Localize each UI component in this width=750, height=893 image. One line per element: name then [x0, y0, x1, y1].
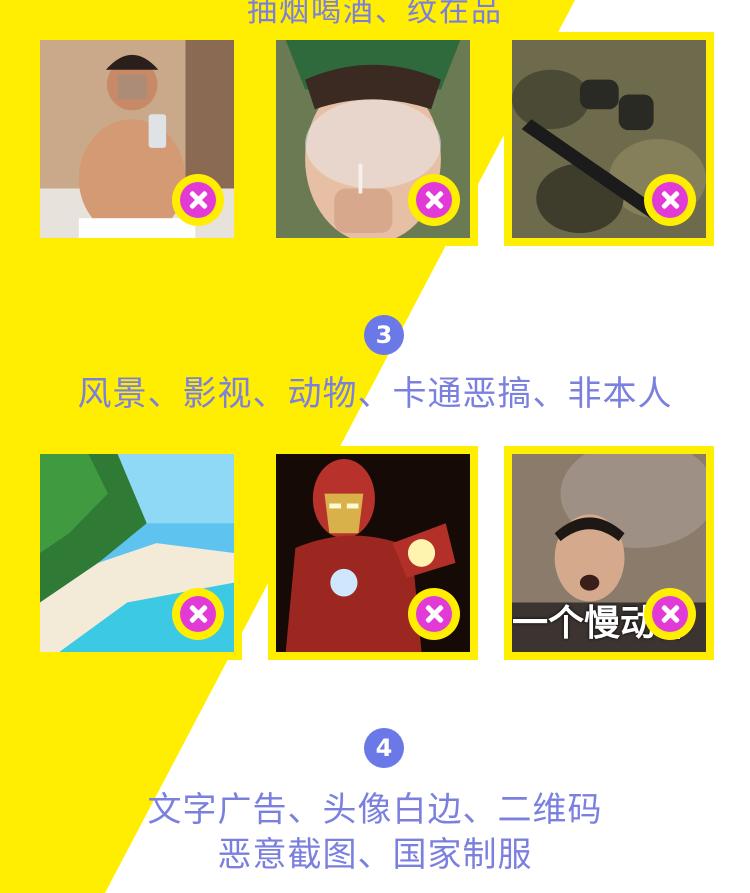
example-photo-meme: 一个慢动作 — [504, 446, 714, 660]
example-photo-weapon — [504, 32, 714, 246]
example-photo-shirtless-selfie — [32, 32, 242, 246]
reject-icon — [644, 588, 696, 640]
cropped-section-label: 抽烟喝酒、纹在品 — [247, 0, 503, 29]
reject-icon — [644, 174, 696, 226]
reject-icon — [172, 174, 224, 226]
reject-icon — [408, 174, 460, 226]
section-number-badge: 3 — [364, 315, 404, 355]
section-label-line-1: 文字广告、头像白边、二维码 — [147, 790, 603, 830]
reject-icon — [408, 588, 460, 640]
example-photo-smoking — [268, 32, 478, 246]
section-label: 风景、影视、动物、卡通恶搞、非本人 — [77, 374, 673, 414]
reject-icon — [172, 588, 224, 640]
example-photo-movie-character — [268, 446, 478, 660]
section-label-line-2: 恶意截图、国家制服 — [217, 835, 533, 875]
example-photo-landscape — [32, 446, 242, 660]
section-number-badge: 4 — [364, 728, 404, 768]
